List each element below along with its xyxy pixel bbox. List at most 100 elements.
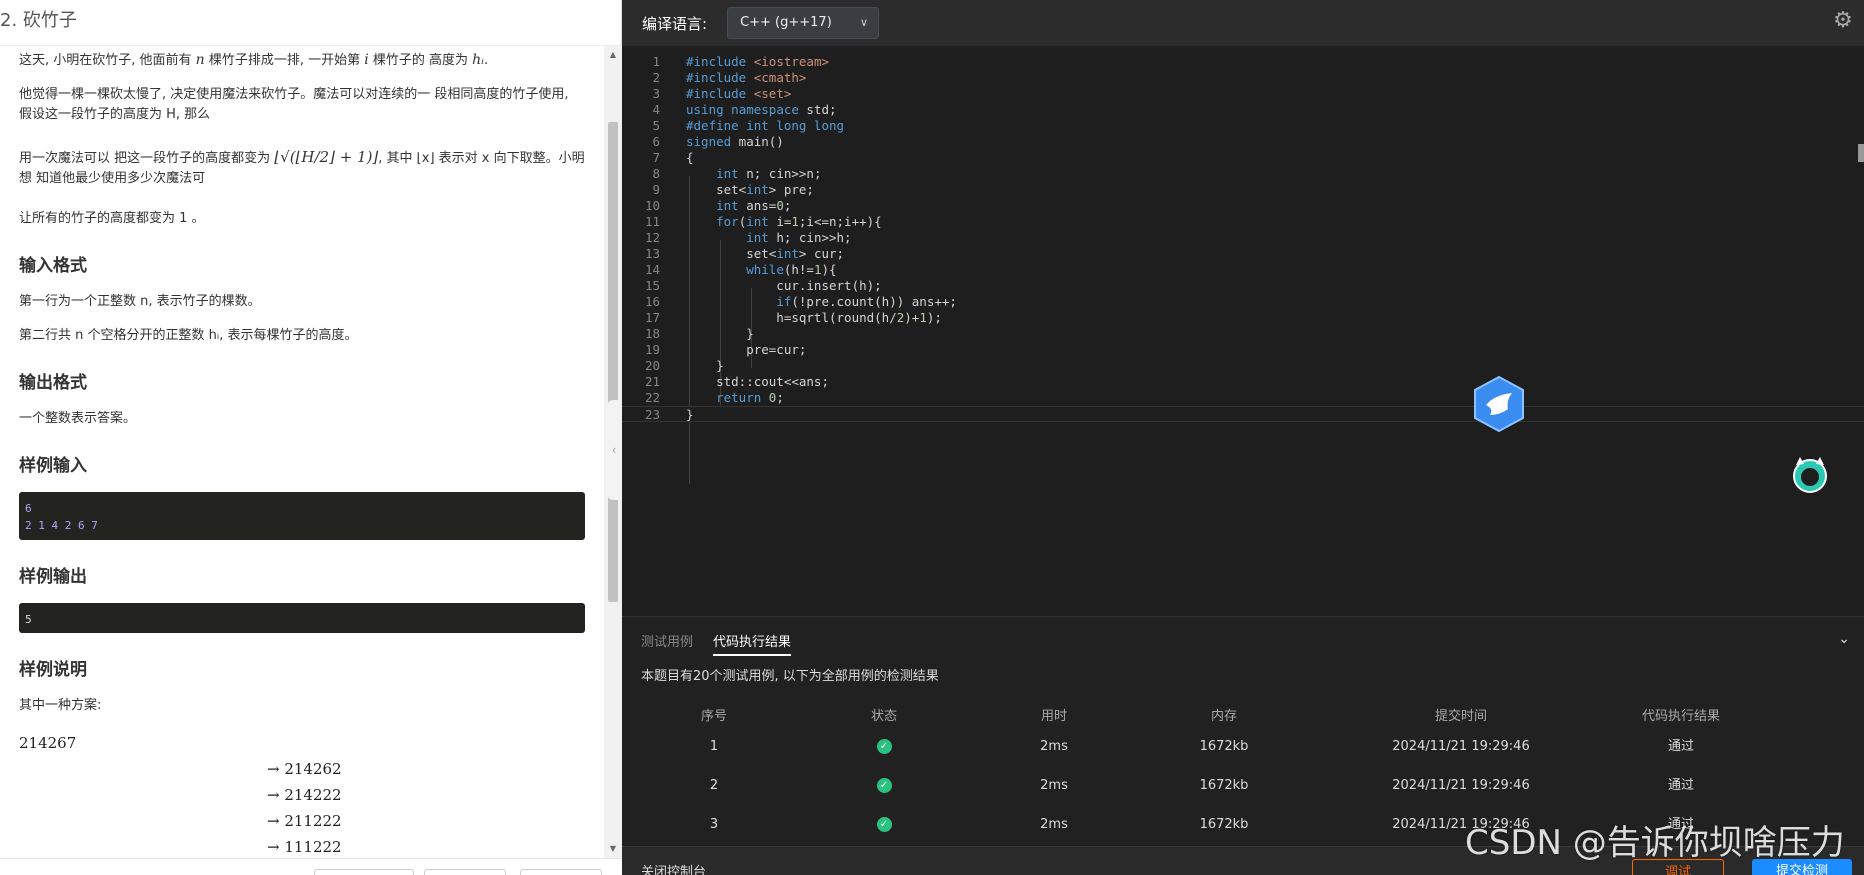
row-index: 2	[709, 778, 719, 793]
check-circle-icon: ✓	[876, 739, 892, 754]
line-number: 9	[652, 182, 660, 197]
code-line[interactable]: 14 while(h!=1){	[622, 262, 1864, 278]
line-number: 18	[644, 326, 660, 341]
code-line[interactable]: 2 #include <cmath>	[622, 70, 1864, 86]
footer-button[interactable]	[314, 869, 414, 875]
output-heading: 输出格式	[19, 373, 87, 393]
sample-input-block: 6 2 1 4 2 6 7	[19, 492, 585, 540]
code-text: if(!pre.count(h)) ans++;	[776, 294, 957, 309]
formula-paragraph: 用一次魔法可以 把这一段竹子的高度都变为 ⌊√(⌊H/2⌋ + 1)⌋, 其中 …	[19, 148, 585, 186]
code-text: #include <iostream>	[686, 54, 830, 69]
code-line[interactable]: 9 set<int> pre;	[622, 182, 1864, 198]
assistant-bird-icon[interactable]	[1472, 375, 1526, 433]
language-label: 编译语言:	[642, 14, 708, 33]
footer-button[interactable]	[424, 869, 506, 875]
row-result: 通过	[1667, 739, 1694, 754]
code-line[interactable]: 8 int n; cin>>n;	[622, 166, 1864, 182]
scroll-up-icon[interactable]: ▲	[604, 48, 622, 62]
problem-footer	[0, 858, 622, 875]
code-line[interactable]: 18 }	[622, 326, 1864, 342]
line-number: 2	[652, 70, 660, 85]
close-console-link[interactable]: 关闭控制台	[641, 861, 706, 875]
row-index: 1	[709, 739, 719, 754]
row-result: 通过	[1667, 778, 1694, 793]
line-number: 10	[644, 198, 660, 213]
code-line[interactable]: 23}	[622, 406, 1864, 422]
code-text: for(int i=1;i<=n;i++){	[716, 214, 882, 229]
code-line[interactable]: 21 std::cout<<ans;	[622, 374, 1864, 390]
tab-execution-result[interactable]: 代码执行结果	[713, 631, 792, 656]
tab-test-cases[interactable]: 测试用例	[641, 631, 693, 656]
goal-paragraph: 让所有的竹子的高度都变为 1 。	[19, 211, 205, 226]
code-line[interactable]: 4 using namespace std;	[622, 102, 1864, 118]
magic-paragraph: 他觉得一棵一棵砍太慢了, 决定使用魔法来砍竹子。魔法可以对连续的一 段相同高度的…	[19, 87, 569, 122]
problem-title: 2. 砍竹子	[0, 0, 621, 46]
result-summary: 本题目有20个测试用例, 以下为全部用例的检测结果	[641, 669, 939, 684]
code-line[interactable]: 11 for(int i=1;i<=n;i++){	[622, 214, 1864, 230]
line-number: 17	[644, 310, 660, 325]
sample-output-block: 5	[19, 603, 585, 633]
line-number: 21	[644, 374, 660, 389]
code-line[interactable]: 6 signed main()	[622, 134, 1864, 150]
row-memory: 1672kb	[1199, 739, 1249, 754]
code-line[interactable]: 19 pre=cur;	[622, 342, 1864, 358]
line-number: 5	[652, 118, 660, 133]
math-step: → 214262	[267, 760, 342, 778]
code-line[interactable]: 16 if(!pre.count(h)) ans++;	[622, 294, 1864, 310]
problem-panel: 2. 砍竹子 这天, 小明在砍竹子, 他面前有 n 棵竹子排成一排, 一开始第 …	[0, 0, 622, 875]
input-line-1: 第一行为一个正整数 n, 表示竹子的棵数。	[19, 294, 261, 309]
code-line[interactable]: 1 #include <iostream>	[622, 54, 1864, 70]
code-text: {	[686, 150, 694, 165]
chevron-down-icon: ∨	[860, 16, 869, 29]
footer-button[interactable]	[520, 869, 602, 875]
line-number: 11	[644, 214, 660, 229]
formula: ⌊√(⌊H/2⌋ + 1)⌋	[274, 148, 379, 166]
code-line[interactable]: 7{	[622, 150, 1864, 166]
collapse-chevron-icon[interactable]: ⌄	[1838, 631, 1850, 647]
code-line[interactable]: 12 int h; cin>>h;	[622, 230, 1864, 246]
row-submitted: 2024/11/21 19:29:46	[1392, 739, 1530, 754]
editor-scrollbar-marker[interactable]	[1858, 144, 1864, 162]
line-number: 4	[652, 102, 660, 117]
editor-panel: 编译语言: C++ (g++17) ∨ ⚙ 1 #include <iostrea…	[622, 0, 1864, 875]
code-editor[interactable]: 1 #include <iostream> 2 #include <cmath> 3 #i…	[622, 46, 1864, 616]
scroll-down-icon[interactable]: ▼	[604, 842, 622, 856]
table-row: 1 ✓ 2ms 1672kb 2024/11/21 19:29:46 通过	[641, 733, 1846, 772]
panel-resize-handle[interactable]: ‹	[606, 400, 622, 500]
code-text: int n; cin>>n;	[716, 166, 822, 181]
line-number: 13	[644, 246, 660, 261]
code-line[interactable]: 10 int ans=0;	[622, 198, 1864, 214]
math-step: → 211222	[267, 812, 342, 830]
line-number: 8	[652, 166, 660, 181]
code-line[interactable]: 22 return 0;	[622, 390, 1864, 406]
row-time: 2ms	[1040, 817, 1068, 832]
code-line[interactable]: 20 }	[622, 358, 1864, 374]
input-heading: 输入格式	[19, 256, 87, 276]
line-number: 15	[644, 278, 660, 293]
code-line[interactable]: 5 #define int long long	[622, 118, 1864, 134]
row-submitted: 2024/11/21 19:29:46	[1392, 778, 1530, 793]
row-memory: 1672kb	[1199, 817, 1249, 832]
check-circle-icon: ✓	[876, 778, 892, 793]
sample-output-heading: 样例输出	[19, 567, 87, 587]
language-select[interactable]: C++ (g++17) ∨	[727, 7, 880, 39]
intro-paragraph: 这天, 小明在砍竹子, 他面前有 n 棵竹子排成一排, 一开始第 i 棵竹子的 …	[19, 52, 489, 68]
assistant-cat-icon[interactable]	[1790, 455, 1830, 495]
line-number: 19	[644, 342, 660, 357]
code-line[interactable]: 3 #include <set>	[622, 86, 1864, 102]
code-text: pre=cur;	[686, 342, 807, 357]
input-line-2: 第二行共 n 个空格分开的正整数 hᵢ, 表示每棵竹子的高度。	[19, 328, 358, 343]
code-line[interactable]: 13 set<int> cur;	[622, 246, 1864, 262]
code-line[interactable]: 15 cur.insert(h);	[622, 278, 1864, 294]
line-number: 20	[644, 358, 660, 373]
code-text: }	[686, 358, 724, 373]
scrollbar-thumb[interactable]	[608, 122, 618, 602]
math-step: → 111222	[267, 838, 342, 856]
code-text: #include <set>	[686, 86, 792, 101]
code-text: while(h!=1){	[746, 262, 837, 277]
code-line[interactable]: 17 h=sqrtl(round(h/2)+1);	[622, 310, 1864, 326]
explanation-line: 其中一种方案:	[19, 698, 102, 713]
line-number: 6	[652, 134, 660, 149]
code-text: using namespace std;	[686, 102, 837, 117]
gear-icon[interactable]: ⚙	[1830, 8, 1856, 34]
